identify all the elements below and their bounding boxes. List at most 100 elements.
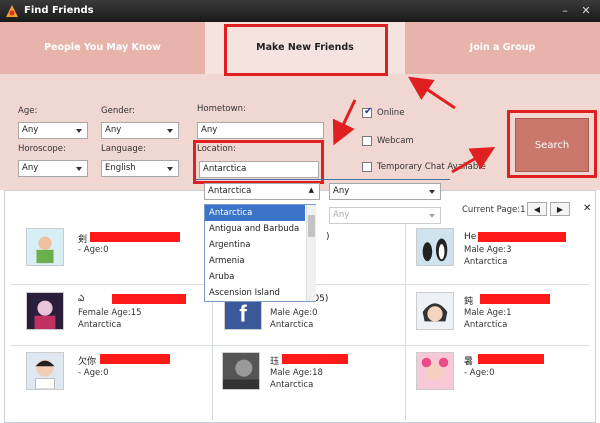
result-card[interactable]: 剣 - Age:0 [22, 226, 207, 278]
location-highlight-box [193, 140, 324, 184]
chevron-down-icon [429, 190, 435, 194]
result-location: Antarctica [270, 320, 314, 330]
country-option[interactable]: Antarctica [205, 205, 305, 221]
result-location: Antarctica [464, 320, 508, 330]
temporary-chat-label: Temporary Chat Available [377, 162, 486, 172]
app-icon [6, 5, 18, 17]
avatar [416, 228, 454, 266]
redaction-bar [478, 232, 566, 242]
result-gender-age: Male Age:1 [464, 308, 512, 318]
chevron-down-icon [429, 214, 435, 218]
redaction-bar [90, 232, 180, 242]
webcam-checkbox[interactable] [362, 136, 372, 146]
chevron-down-icon [167, 167, 173, 171]
horoscope-select-value: Any [22, 163, 39, 173]
avatar [26, 292, 64, 330]
prev-page-button[interactable]: ◀ [527, 202, 547, 216]
result-gender-age: Male Age:18 [270, 368, 323, 378]
hometown-field[interactable]: Any [197, 122, 324, 139]
redaction-bar [480, 294, 550, 304]
search-highlight-box [507, 110, 597, 178]
minimize-button[interactable]: – [556, 3, 574, 18]
chevron-up-icon: ▲ [308, 186, 314, 194]
hometown-label: Hometown: [197, 104, 246, 114]
age-label: Age: [18, 106, 38, 116]
tab-people-you-may-know[interactable]: People You May Know [0, 22, 205, 74]
city-select[interactable]: Any [329, 207, 441, 224]
check-icon: ✔ [364, 106, 373, 117]
result-name: ఎ [78, 294, 85, 304]
chevron-down-icon [76, 129, 82, 133]
result-age: - Age:0 [464, 368, 495, 378]
country-option[interactable]: Aruba [205, 269, 305, 285]
redaction-bar [478, 354, 544, 364]
gender-select[interactable]: Any [101, 122, 179, 139]
result-name-partial: ) [326, 232, 330, 242]
result-age: - Age:0 [78, 245, 109, 255]
region-select[interactable]: Any [329, 183, 441, 200]
result-card[interactable]: 珏 Male Age:18 Antarctica [218, 350, 403, 402]
gender-label: Gender: [101, 106, 136, 116]
avatar [26, 228, 64, 266]
horoscope-label: Horoscope: [18, 144, 66, 154]
window-title: Find Friends [24, 5, 94, 16]
avatar [416, 352, 454, 390]
country-dropdown-list[interactable]: Antarctica Antigua and Barbuda Argentina… [204, 204, 316, 302]
result-name: 暑 [464, 357, 474, 367]
gender-select-value: Any [105, 125, 122, 135]
tab-highlight-box [224, 24, 388, 76]
result-gender-age: Female Age:15 [78, 308, 142, 318]
redaction-bar [282, 354, 348, 364]
temporary-chat-checkbox[interactable] [362, 162, 372, 172]
result-name: He [464, 232, 477, 242]
scrollbar-thumb[interactable] [308, 215, 315, 237]
city-select-value: Any [333, 210, 350, 220]
country-option[interactable]: Argentina [205, 237, 305, 253]
tab-join-a-group[interactable]: Join a Group [405, 22, 600, 74]
result-gender-age: Male Age:0 [270, 308, 318, 318]
chevron-down-icon [76, 167, 82, 171]
result-card[interactable]: He Male Age:3 Antarctica [412, 226, 592, 278]
window-close-button[interactable]: ✕ [577, 3, 595, 18]
close-results-button[interactable]: ✕ [583, 203, 591, 214]
result-name: 剣 [78, 235, 88, 245]
language-select[interactable]: English [101, 160, 179, 177]
region-select-value: Any [333, 186, 350, 196]
result-name: 鈍 [464, 297, 474, 307]
result-card[interactable]: 鈍 Male Age:1 Antarctica [412, 290, 592, 342]
location-panel-border [195, 179, 450, 180]
country-select-value: Antarctica [208, 186, 252, 196]
country-select[interactable]: Antarctica ▲ [204, 183, 320, 200]
title-bar: Find Friends – ✕ [0, 0, 600, 22]
result-name: 欠你 [78, 357, 97, 367]
avatar [222, 352, 260, 390]
current-page-label: Current Page:1 [462, 205, 526, 215]
avatar [416, 292, 454, 330]
row-divider [10, 345, 590, 346]
country-option[interactable]: Armenia [205, 253, 305, 269]
country-option[interactable]: Antigua and Barbuda [205, 221, 305, 237]
result-gender-age: Male Age:3 [464, 245, 512, 255]
online-checkbox[interactable]: ✔ [362, 106, 373, 118]
result-location: Antarctica [78, 320, 122, 330]
column-divider [405, 220, 406, 420]
country-option[interactable]: Ascension Island [205, 285, 305, 301]
avatar [26, 352, 64, 390]
next-page-button[interactable]: ▶ [550, 202, 570, 216]
result-card[interactable]: ఎ Female Age:15 Antarctica [22, 290, 207, 342]
dropdown-scrollbar[interactable] [306, 205, 316, 301]
svg-text:f: f [239, 300, 247, 326]
redaction-bar [112, 294, 186, 304]
result-card[interactable]: 暑 - Age:0 [412, 350, 592, 402]
chevron-down-icon [167, 129, 173, 133]
age-select-value: Any [22, 125, 39, 135]
result-location: Antarctica [464, 257, 508, 267]
age-select[interactable]: Any [18, 122, 88, 139]
result-card[interactable]: 欠你 - Age:0 [22, 350, 207, 402]
result-age: - Age:0 [78, 368, 109, 378]
language-select-value: English [105, 163, 136, 173]
online-label: Online [377, 108, 405, 118]
horoscope-select[interactable]: Any [18, 160, 88, 177]
result-location: Antarctica [270, 380, 314, 390]
webcam-label: Webcam [377, 136, 414, 146]
